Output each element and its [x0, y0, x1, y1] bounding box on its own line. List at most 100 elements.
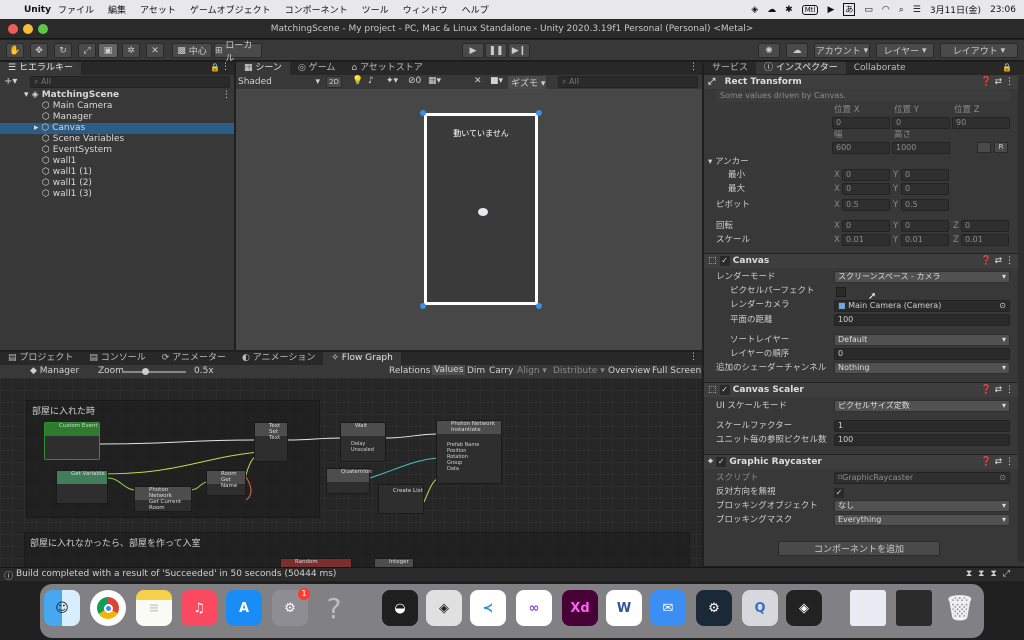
pos-z-field[interactable]: 90	[952, 117, 1010, 129]
ui-scale-mode-dropdown[interactable]: ピクセルサイズ定数 ▾	[834, 400, 1010, 412]
graphic-raycaster-header[interactable]: ⌖ ✓ Graphic Raycaster ❓ ⇄ ⋮	[704, 454, 1018, 469]
render-camera-field[interactable]: ■ Main Camera (Camera) ⊙	[834, 300, 1010, 312]
rotate-tool-button[interactable]: ↻	[54, 43, 72, 58]
menu-help[interactable]: ヘルプ	[462, 3, 489, 16]
camera-icon[interactable]: ■▾	[490, 76, 503, 86]
chrome-icon[interactable]	[90, 590, 126, 626]
tab-project[interactable]: ▤ プロジェクト	[0, 352, 81, 365]
move-tool-button[interactable]: ✥	[30, 43, 48, 58]
overview-button[interactable]: Overview	[608, 366, 650, 376]
menu-file[interactable]: ファイル	[58, 3, 94, 16]
set-text-node[interactable]: Text Set Text	[254, 422, 288, 462]
unity-icon[interactable]: ◈	[426, 590, 462, 626]
tab-hierarchy[interactable]: ☰ ヒエラルキー	[0, 62, 81, 75]
scene-search-input[interactable]: ⌕ All	[558, 76, 698, 88]
menu-edit[interactable]: 編集	[108, 3, 126, 16]
scale-y-field[interactable]: 0.01	[901, 234, 949, 246]
menubar-date[interactable]: 3月11日(金)	[930, 3, 981, 16]
enabled-checkbox[interactable]: ✓	[716, 457, 727, 467]
spotlight-icon[interactable]: ⌕	[899, 5, 904, 15]
layers-dropdown[interactable]: レイヤー ▾	[876, 43, 934, 58]
panel-menu-icon[interactable]: ⋮	[689, 352, 698, 362]
sorting-layer-dropdown[interactable]: Default ▾	[834, 334, 1010, 346]
rotation-z-field[interactable]: 0	[961, 220, 1009, 232]
enabled-checkbox[interactable]: ✓	[719, 385, 730, 395]
fullscreen-button[interactable]: Full Screen	[652, 366, 701, 376]
preview-thumbnail-icon[interactable]	[850, 590, 886, 626]
menubar-time[interactable]: 23:06	[990, 5, 1016, 15]
relations-button[interactable]: Relations	[389, 366, 430, 376]
component-menu-icon[interactable]: ❓ ⇄ ⋮	[981, 254, 1014, 268]
vscode-icon[interactable]: ≺	[470, 590, 506, 626]
pivot-x-field[interactable]: 0.5	[842, 199, 890, 211]
get-variable-node[interactable]: Get Variable	[56, 470, 108, 504]
play-button[interactable]: ▶	[462, 43, 484, 58]
pause-button[interactable]: ❚❚	[485, 43, 507, 58]
distribute-dropdown[interactable]: Distribute ▾	[553, 366, 605, 376]
scene-menu-icon[interactable]: ⋮	[222, 90, 231, 100]
quicktime-icon[interactable]: Q	[742, 590, 778, 626]
rect-handle[interactable]	[420, 303, 426, 309]
cloud-icon[interactable]: ☁	[767, 5, 776, 15]
list-item[interactable]: ⬡ wall1 (1)	[0, 167, 234, 178]
battery-icon[interactable]: ▭	[864, 5, 873, 15]
menu-gameobject[interactable]: ゲームオブジェクト	[190, 3, 271, 16]
menu-assets[interactable]: アセット	[140, 3, 176, 16]
rect-handle[interactable]	[536, 110, 542, 116]
width-field[interactable]: 600	[832, 142, 890, 154]
add-component-button[interactable]: コンポーネントを追加	[778, 541, 940, 556]
graph-canvas[interactable]: 部屋に入れた時 部屋に入れなかったら、部屋を作って入室 Custom Event…	[0, 378, 702, 567]
visibility-icon[interactable]: ⊘0	[408, 76, 421, 86]
list-item[interactable]: ⬡ wall1 (2)	[0, 178, 234, 189]
finder-icon[interactable]: ☺	[44, 590, 80, 626]
shading-mode-dropdown[interactable]: Shaded ▾	[238, 76, 322, 88]
scale-x-field[interactable]: 0.01	[842, 234, 890, 246]
photon-room-node[interactable]: Photon Network Get Current Room	[134, 486, 192, 512]
blocking-mask-dropdown[interactable]: Everything ▾	[834, 514, 1010, 526]
carry-button[interactable]: Carry	[489, 366, 513, 376]
rect-handle[interactable]	[420, 110, 426, 116]
create-button[interactable]: +▾	[4, 76, 17, 87]
minimize-window-button[interactable]	[23, 24, 33, 34]
audio-icon[interactable]: ♪	[368, 76, 374, 86]
status-icons[interactable]: ⧗⧗⧗⤢	[966, 569, 1016, 579]
list-item[interactable]: ⬡ wall1	[0, 156, 234, 167]
room-get-name-node[interactable]: Room Get Name	[206, 470, 246, 496]
blueprint-button[interactable]	[977, 142, 991, 153]
scale-tool-button[interactable]: ⤢	[78, 43, 96, 58]
dim-button[interactable]: Dim	[467, 366, 485, 376]
plane-distance-field[interactable]: 100	[834, 314, 1010, 326]
tools-icon[interactable]: ✕	[474, 76, 482, 86]
cloud-button[interactable]: ☁	[786, 43, 808, 58]
raw-edit-button[interactable]: R	[994, 142, 1008, 153]
control-center-icon[interactable]: ☰	[913, 5, 921, 15]
instantiate-node[interactable]: Photon Network Instantiate Prefab Name Po…	[436, 420, 502, 484]
lighting-icon[interactable]: 💡	[352, 76, 363, 86]
scene-root-row[interactable]: ▾ ◈ MatchingScene	[0, 90, 234, 101]
unity-status-icon[interactable]: ◈	[751, 5, 758, 15]
ignore-reversed-checkbox[interactable]: ✓	[834, 488, 844, 498]
screenshot-thumbnail-icon[interactable]	[896, 590, 932, 626]
play-status-icon[interactable]: ▶	[827, 5, 834, 15]
notes-icon[interactable]: ≡	[136, 590, 172, 626]
anchor-min-x-field[interactable]: 0	[842, 169, 890, 181]
trash-icon[interactable]: 🗑	[942, 590, 978, 626]
hierarchy-search-input[interactable]: ⌕ All	[30, 76, 230, 88]
zoom-slider[interactable]	[122, 368, 186, 375]
list-item[interactable]: ⬡ Main Camera	[0, 101, 234, 112]
anchor-max-y-field[interactable]: 0	[901, 183, 949, 195]
transform-tool-button[interactable]: ✲	[122, 43, 140, 58]
render-mode-dropdown[interactable]: スクリーンスペース - カメラ ▾	[834, 271, 1010, 283]
effects-icon[interactable]: ✦▾	[386, 76, 398, 86]
canvas-scaler-header[interactable]: ⬚ ✓ Canvas Scaler ❓ ⇄ ⋮	[704, 382, 1018, 397]
collab-icon[interactable]: ✺	[758, 43, 780, 58]
component-menu-icon[interactable]: ❓ ⇄ ⋮	[981, 383, 1014, 397]
list-item[interactable]: ⬡ Manager	[0, 112, 234, 123]
graph-target[interactable]: ◆ Manager	[30, 366, 79, 376]
pivot-y-field[interactable]: 0.5	[901, 199, 949, 211]
hand-tool-button[interactable]: ✋	[6, 43, 24, 58]
gizmos-dropdown[interactable]: ギズモ ▾	[508, 76, 546, 89]
tab-scene[interactable]: ▦ シーン	[236, 62, 290, 75]
rect-handle[interactable]	[536, 303, 542, 309]
pivot-toggle[interactable]: ▩ 中心	[172, 43, 212, 58]
